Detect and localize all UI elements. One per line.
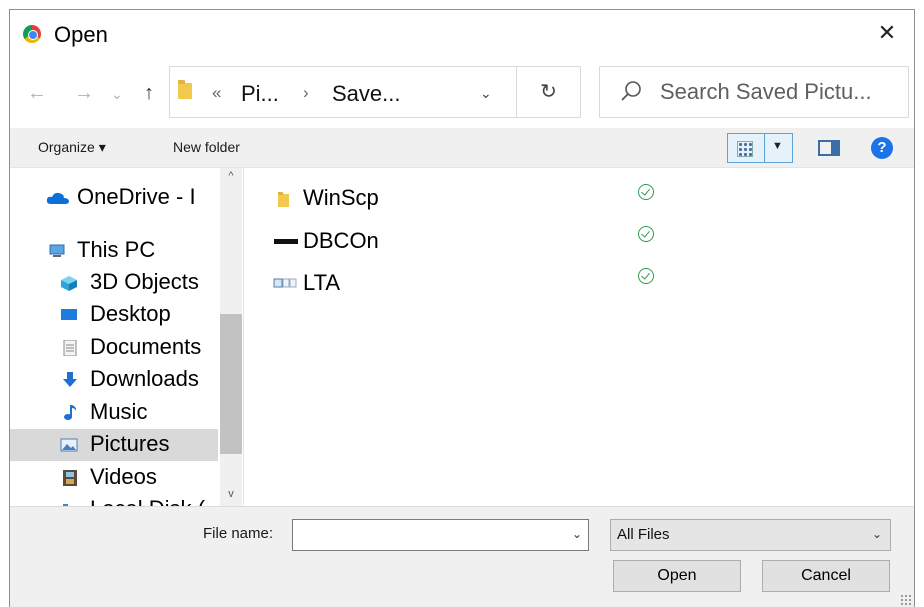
organize-button[interactable]: Organize ▾ [38, 139, 106, 156]
sidebar-item-label: Pictures [90, 431, 170, 456]
browser-icon [23, 25, 41, 43]
address-bar[interactable]: « Pi... › Save... ⌄ [169, 66, 517, 118]
file-name: DBCOn [303, 228, 379, 253]
open-file-dialog: Open ✕ ← → ⌄ ↑ « Pi... › Save... ⌄ ↻ Org… [9, 9, 915, 607]
file-type-value: All Files [617, 526, 670, 543]
sidebar-item-3d-objects[interactable]: 3D Objects [10, 267, 218, 299]
synced-icon [638, 268, 654, 284]
sidebar-item-videos[interactable]: Videos [10, 462, 218, 494]
file-name-field[interactable]: ⌄ [292, 519, 589, 551]
picture-icon [60, 438, 78, 452]
close-button[interactable]: ✕ [874, 20, 900, 46]
download-icon [63, 372, 77, 387]
chevron-down-icon[interactable]: ▼ [772, 140, 783, 152]
view-divider [764, 134, 765, 162]
folder-icon [278, 192, 289, 207]
refresh-button[interactable]: ↻ [517, 66, 581, 118]
chevron-down-icon: ⌄ [871, 527, 882, 541]
search-box[interactable] [599, 66, 909, 118]
sidebar-item-label: OneDrive - I [77, 184, 196, 209]
sidebar-item-label: Documents [90, 334, 202, 359]
resize-grip[interactable] [900, 594, 912, 606]
sidebar-item-downloads[interactable]: Downloads [10, 364, 218, 396]
search-icon [621, 81, 641, 101]
sidebar-item-label: Videos [90, 464, 157, 489]
file-name-input[interactable] [297, 525, 557, 542]
sidebar-item-label: Downloads [90, 366, 199, 391]
video-icon [63, 470, 77, 486]
sidebar-item-label: Desktop [90, 301, 171, 326]
scroll-down-button[interactable]: v [220, 488, 242, 506]
image-file-icon [273, 278, 297, 288]
file-name: LTA [303, 270, 341, 295]
overflow-chevron[interactable]: « [212, 83, 221, 103]
sidebar-item-label: 3D Objects [90, 269, 199, 294]
address-dropdown-button[interactable]: ⌄ [480, 85, 492, 102]
grid-view-icon [737, 141, 753, 157]
folder-icon [178, 80, 192, 99]
back-button[interactable]: ← [26, 82, 48, 105]
dialog-footer: File name: ⌄ All Files ⌄ Open Cancel [10, 506, 914, 607]
file-name-label: File name: [203, 525, 274, 542]
recent-locations-button[interactable]: ⌄ [106, 86, 128, 103]
navigation-pane: OneDrive - I This PC 3D Objects Desktop [10, 168, 244, 506]
breadcrumb-pictures[interactable]: Pi... [241, 81, 279, 107]
pc-icon [49, 244, 65, 257]
sidebar-scroll-thumb[interactable] [220, 314, 242, 454]
preview-pane-icon[interactable] [818, 140, 840, 156]
command-bar: Organize ▾ New folder ▼ ? [10, 128, 914, 168]
change-view-button[interactable]: ▼ [727, 133, 793, 163]
sidebar-item-pictures[interactable]: Pictures [10, 429, 218, 461]
help-icon[interactable]: ? [871, 137, 893, 159]
scroll-up-button[interactable]: ^ [220, 170, 242, 188]
desktop-icon [61, 309, 77, 320]
file-type-select[interactable]: All Files ⌄ [610, 519, 891, 551]
cube-icon [61, 276, 77, 291]
open-button[interactable]: Open [613, 560, 741, 592]
forward-button[interactable]: → [73, 82, 95, 105]
breadcrumb-separator[interactable]: › [303, 83, 309, 103]
sidebar-item-documents[interactable]: Documents [10, 332, 218, 364]
sidebar-item-local-disk[interactable]: Local Disk ( [10, 494, 218, 506]
shortcut-icon [274, 239, 298, 244]
new-folder-button[interactable]: New folder [173, 139, 240, 155]
title-bar: Open ✕ [10, 10, 914, 58]
sidebar-item-this-pc[interactable]: This PC [10, 235, 218, 267]
sidebar-item-desktop[interactable]: Desktop [10, 299, 218, 331]
chevron-down-icon[interactable]: ⌄ [572, 527, 582, 541]
file-name: WinScp [303, 185, 379, 210]
search-input[interactable] [660, 79, 904, 105]
up-button[interactable]: ↑ [138, 82, 160, 105]
sidebar-item-label: Music [90, 399, 148, 424]
synced-icon [638, 226, 654, 242]
sidebar-item-label: Local Disk ( [90, 496, 205, 506]
music-icon [64, 405, 77, 420]
document-icon [63, 340, 77, 356]
synced-icon [638, 184, 654, 200]
cancel-button[interactable]: Cancel [762, 560, 890, 592]
breadcrumb-saved-pictures[interactable]: Save... [332, 81, 400, 107]
dialog-title: Open [54, 22, 108, 47]
sidebar-item-label: This PC [77, 237, 156, 262]
sidebar-item-music[interactable]: Music [10, 397, 218, 429]
sidebar-item-onedrive[interactable]: OneDrive - I [10, 182, 218, 214]
cloud-icon [46, 192, 69, 204]
